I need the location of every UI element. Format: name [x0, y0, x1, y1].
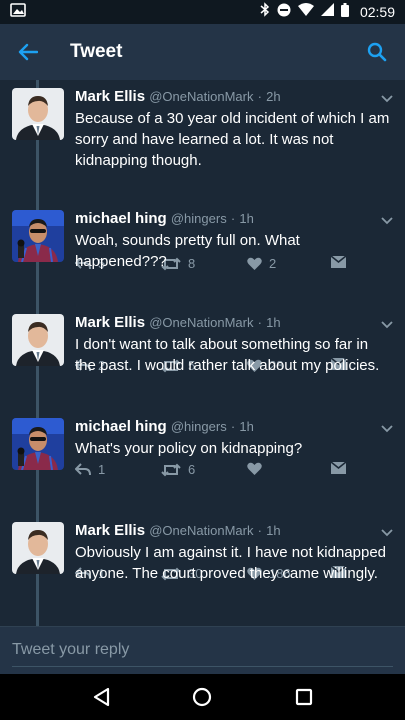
- envelope-icon: [331, 462, 346, 474]
- clock: 02:59: [359, 4, 395, 20]
- tweet-text: I don't want to talk about something so …: [75, 336, 380, 374]
- tweet-text: Because of a 30 year old incident of whi…: [75, 110, 390, 169]
- author-handle[interactable]: @hingers: [171, 419, 227, 434]
- tweet-time: 1h: [266, 523, 281, 538]
- retweet-icon: [161, 463, 181, 476]
- author-handle[interactable]: @OneNationMark: [149, 523, 253, 538]
- nav-recents-button[interactable]: [284, 677, 324, 717]
- system-navigation-bar: [0, 674, 405, 720]
- bluetooth-icon: [260, 2, 270, 22]
- retweet-button[interactable]: 6: [161, 462, 195, 477]
- chevron-down-icon: [381, 425, 393, 433]
- tweet-text: Woah, sounds pretty full on. What happen…: [75, 232, 300, 270]
- chevron-down-icon: [381, 217, 393, 225]
- page-title: Tweet: [70, 41, 123, 62]
- reply-input[interactable]: [12, 637, 392, 663]
- tweet-time: 1h: [239, 211, 254, 226]
- cell-signal-icon: [320, 3, 334, 21]
- arrow-back-icon: [18, 43, 38, 61]
- avatar-michael-hing[interactable]: [12, 418, 64, 470]
- tweet-menu-button[interactable]: [381, 212, 393, 230]
- triangle-back-icon: [93, 687, 109, 707]
- tweet-header: Mark Ellis @OneNationMark · 2h: [75, 88, 281, 105]
- tweet-time: 2h: [266, 89, 281, 104]
- tweet-text: What's your policy on kidnapping?: [75, 440, 303, 457]
- tweet-menu-button[interactable]: [381, 420, 393, 438]
- tweet-header: michael hing @hingers · 1h: [75, 418, 254, 435]
- author-handle[interactable]: @hingers: [171, 211, 227, 226]
- app-bar: Tweet: [0, 24, 405, 80]
- reply-composer: [0, 626, 405, 674]
- reply-count: 1: [98, 462, 106, 477]
- circle-home-icon: [193, 687, 212, 707]
- tweet-header: Mark Ellis @OneNationMark · 1h: [75, 522, 281, 539]
- tweet-actions: 1 6: [75, 462, 365, 482]
- conversation-thread: Mark Ellis @OneNationMark · 2h Because o…: [0, 80, 405, 626]
- retweet-count: 6: [188, 462, 196, 477]
- author-handle[interactable]: @OneNationMark: [149, 89, 253, 104]
- tweet-menu-button[interactable]: [381, 524, 393, 542]
- battery-icon: [340, 2, 349, 22]
- do-not-disturb-icon: [277, 3, 291, 22]
- image-notification-icon: [10, 2, 26, 22]
- author-name[interactable]: Mark Ellis: [75, 314, 145, 331]
- chevron-down-icon: [381, 95, 393, 103]
- tweet-menu-button[interactable]: [381, 316, 393, 334]
- avatar-mark-ellis[interactable]: [12, 88, 64, 140]
- square-recents-icon: [296, 688, 313, 706]
- heart-icon: [247, 462, 262, 475]
- direct-message-button[interactable]: [331, 462, 346, 474]
- like-button[interactable]: [247, 462, 269, 475]
- author-handle[interactable]: @OneNationMark: [149, 315, 253, 330]
- chevron-down-icon: [381, 529, 393, 537]
- tweet-header: Mark Ellis @OneNationMark · 1h: [75, 314, 281, 331]
- chevron-down-icon: [381, 321, 393, 329]
- tweet-time: 1h: [266, 315, 281, 330]
- author-name[interactable]: Mark Ellis: [75, 88, 145, 105]
- reply-icon: [75, 463, 91, 476]
- author-name[interactable]: michael hing: [75, 210, 167, 227]
- search-button[interactable]: [349, 24, 405, 80]
- tweet-header: michael hing @hingers · 1h: [75, 210, 254, 227]
- wifi-icon: [297, 3, 314, 21]
- nav-home-button[interactable]: [182, 677, 222, 717]
- author-name[interactable]: michael hing: [75, 418, 167, 435]
- back-button[interactable]: [0, 24, 56, 80]
- avatar-mark-ellis[interactable]: [12, 522, 64, 574]
- avatar-michael-hing[interactable]: [12, 210, 64, 262]
- author-name[interactable]: Mark Ellis: [75, 522, 145, 539]
- tweet-menu-button[interactable]: [381, 90, 393, 108]
- status-bar: 02:59: [0, 0, 405, 24]
- reply-button[interactable]: 1: [75, 462, 105, 477]
- tweet-text: Obviously I am against it. I have not ki…: [75, 544, 387, 582]
- reply-input-underline: [12, 666, 393, 667]
- nav-back-button[interactable]: [81, 677, 121, 717]
- avatar-mark-ellis[interactable]: [12, 314, 64, 366]
- search-icon: [367, 42, 387, 62]
- tweet-time: 1h: [239, 419, 254, 434]
